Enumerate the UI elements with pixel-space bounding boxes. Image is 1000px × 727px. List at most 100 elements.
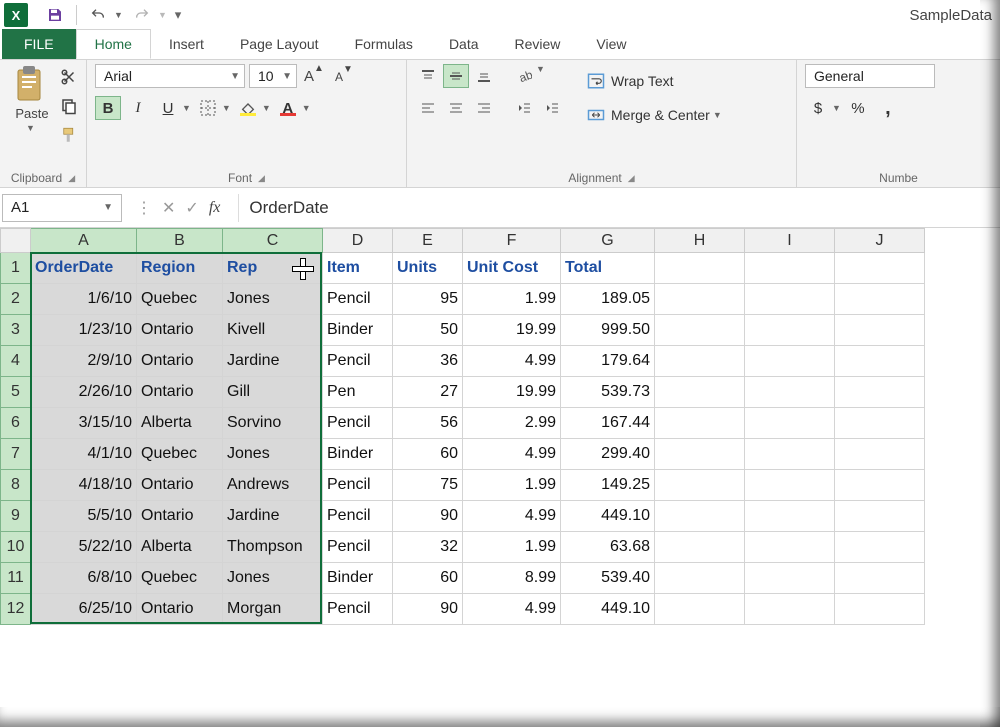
cell-A10[interactable]: 5/22/10: [31, 532, 137, 563]
cell-F9[interactable]: 4.99: [463, 501, 561, 532]
cell-E10[interactable]: 32: [393, 532, 463, 563]
cell-A12[interactable]: 6/25/10: [31, 594, 137, 625]
col-header-I[interactable]: I: [745, 229, 835, 253]
cell-H4[interactable]: [655, 346, 745, 377]
col-header-J[interactable]: J: [835, 229, 925, 253]
cell-B7[interactable]: Quebec: [137, 439, 223, 470]
cell-A7[interactable]: 4/1/10: [31, 439, 137, 470]
cell-E8[interactable]: 75: [393, 470, 463, 501]
cell-J7[interactable]: [835, 439, 925, 470]
merge-center-button[interactable]: Merge & Center ▼: [581, 102, 728, 128]
increase-font-button[interactable]: A▲: [301, 64, 327, 88]
format-painter-button[interactable]: [60, 126, 78, 149]
accounting-dropdown[interactable]: ▼: [832, 103, 841, 113]
cell-F5[interactable]: 19.99: [463, 377, 561, 408]
cell-E9[interactable]: 90: [393, 501, 463, 532]
cell-A2[interactable]: 1/6/10: [31, 284, 137, 315]
cell-G5[interactable]: 539.73: [561, 377, 655, 408]
wrap-text-button[interactable]: Wrap Text: [581, 68, 728, 94]
cell-A4[interactable]: 2/9/10: [31, 346, 137, 377]
cell-D7[interactable]: Binder: [323, 439, 393, 470]
cell-J6[interactable]: [835, 408, 925, 439]
cell-D11[interactable]: Binder: [323, 563, 393, 594]
cell-D1[interactable]: Item: [323, 253, 393, 284]
cell-A1[interactable]: OrderDate: [31, 253, 137, 284]
cell-D8[interactable]: Pencil: [323, 470, 393, 501]
cell-B10[interactable]: Alberta: [137, 532, 223, 563]
cell-C2[interactable]: Jones: [223, 284, 323, 315]
cell-H9[interactable]: [655, 501, 745, 532]
cell-C5[interactable]: Gill: [223, 377, 323, 408]
undo-button[interactable]: [83, 2, 113, 28]
cell-G12[interactable]: 449.10: [561, 594, 655, 625]
font-size-combo[interactable]: 10▼: [249, 64, 297, 88]
undo-dropdown[interactable]: ▼: [113, 2, 127, 28]
align-top-button[interactable]: [415, 64, 441, 88]
fill-color-button[interactable]: [235, 96, 261, 120]
cell-A5[interactable]: 2/26/10: [31, 377, 137, 408]
cell-I9[interactable]: [745, 501, 835, 532]
cancel-formula-button[interactable]: ✕: [162, 198, 175, 218]
cell-D9[interactable]: Pencil: [323, 501, 393, 532]
cell-H10[interactable]: [655, 532, 745, 563]
cell-B3[interactable]: Ontario: [137, 315, 223, 346]
enter-formula-button[interactable]: ✓: [185, 198, 198, 218]
cell-C10[interactable]: Thompson: [223, 532, 323, 563]
cell-I2[interactable]: [745, 284, 835, 315]
cell-H1[interactable]: [655, 253, 745, 284]
cell-F3[interactable]: 19.99: [463, 315, 561, 346]
font-color-dropdown[interactable]: ▼: [302, 103, 311, 113]
cell-I11[interactable]: [745, 563, 835, 594]
cell-J3[interactable]: [835, 315, 925, 346]
col-header-G[interactable]: G: [561, 229, 655, 253]
cell-F10[interactable]: 1.99: [463, 532, 561, 563]
cell-H2[interactable]: [655, 284, 745, 315]
orientation-button[interactable]: ab: [511, 64, 537, 88]
cell-F4[interactable]: 4.99: [463, 346, 561, 377]
bold-button[interactable]: B: [95, 96, 121, 120]
underline-dropdown[interactable]: ▼: [182, 103, 191, 113]
fill-color-dropdown[interactable]: ▼: [262, 103, 271, 113]
decrease-indent-button[interactable]: [511, 96, 537, 120]
cell-G3[interactable]: 999.50: [561, 315, 655, 346]
cell-I7[interactable]: [745, 439, 835, 470]
col-header-H[interactable]: H: [655, 229, 745, 253]
tab-review[interactable]: Review: [497, 29, 579, 59]
cell-C4[interactable]: Jardine: [223, 346, 323, 377]
cell-C9[interactable]: Jardine: [223, 501, 323, 532]
qat-customize[interactable]: ▾: [171, 2, 185, 28]
cell-B5[interactable]: Ontario: [137, 377, 223, 408]
cell-C11[interactable]: Jones: [223, 563, 323, 594]
decrease-font-button[interactable]: A▼: [331, 64, 357, 88]
cell-I1[interactable]: [745, 253, 835, 284]
cell-J12[interactable]: [835, 594, 925, 625]
cell-E4[interactable]: 36: [393, 346, 463, 377]
cell-H3[interactable]: [655, 315, 745, 346]
cell-B1[interactable]: Region: [137, 253, 223, 284]
row-header-10[interactable]: 10: [1, 532, 31, 563]
cell-I6[interactable]: [745, 408, 835, 439]
number-format-combo[interactable]: General: [805, 64, 935, 88]
cell-J2[interactable]: [835, 284, 925, 315]
percent-format-button[interactable]: %: [845, 96, 871, 120]
align-left-button[interactable]: [415, 96, 441, 120]
col-header-D[interactable]: D: [323, 229, 393, 253]
cell-B6[interactable]: Alberta: [137, 408, 223, 439]
select-all-corner[interactable]: [1, 229, 31, 253]
cell-F6[interactable]: 2.99: [463, 408, 561, 439]
cell-D5[interactable]: Pen: [323, 377, 393, 408]
cell-E7[interactable]: 60: [393, 439, 463, 470]
row-header-1[interactable]: 1: [1, 253, 31, 284]
cell-J5[interactable]: [835, 377, 925, 408]
cell-G8[interactable]: 149.25: [561, 470, 655, 501]
row-header-9[interactable]: 9: [1, 501, 31, 532]
borders-dropdown[interactable]: ▼: [222, 103, 231, 113]
cell-D12[interactable]: Pencil: [323, 594, 393, 625]
cell-G11[interactable]: 539.40: [561, 563, 655, 594]
cell-G2[interactable]: 189.05: [561, 284, 655, 315]
row-header-4[interactable]: 4: [1, 346, 31, 377]
cell-B4[interactable]: Ontario: [137, 346, 223, 377]
cell-H11[interactable]: [655, 563, 745, 594]
align-center-button[interactable]: [443, 96, 469, 120]
cell-I3[interactable]: [745, 315, 835, 346]
